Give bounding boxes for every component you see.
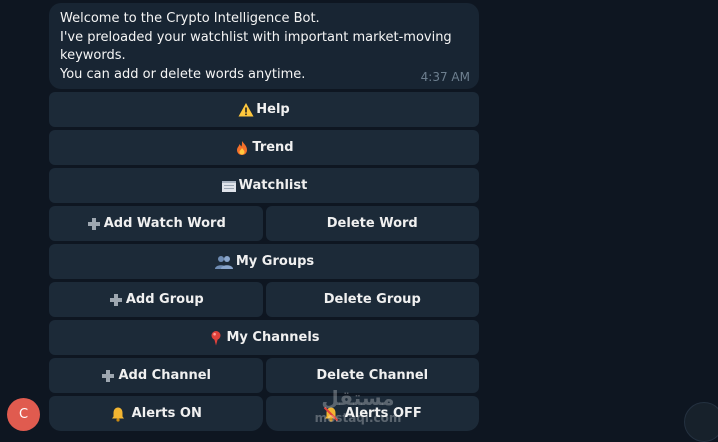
message-line: keywords. xyxy=(60,48,126,63)
delete-group-button[interactable]: Delete Group xyxy=(265,282,479,317)
pin-icon xyxy=(208,330,224,346)
plus-icon xyxy=(108,292,124,308)
alerts-off-label: Alerts OFF xyxy=(344,406,422,421)
trend-label: Trend xyxy=(252,140,294,155)
add-watch-word-button[interactable]: Add Watch Word xyxy=(49,206,263,241)
delete-channel-label: Delete Channel xyxy=(316,368,429,383)
notepad-icon xyxy=(221,178,237,194)
add-watch-word-label: Add Watch Word xyxy=(103,216,226,231)
trend-button[interactable]: Trend xyxy=(49,130,479,165)
watchlist-label: Watchlist xyxy=(238,178,308,193)
alerts-on-button[interactable]: Alerts ON xyxy=(49,396,263,431)
delete-word-label: Delete Word xyxy=(326,216,418,231)
bot-message-bubble: Welcome to the Crypto Intelligence Bot. … xyxy=(49,3,479,89)
add-channel-button[interactable]: Add Channel xyxy=(49,358,263,393)
warning-icon xyxy=(238,102,254,118)
help-button[interactable]: Help xyxy=(49,92,479,127)
add-channel-label: Add Channel xyxy=(118,368,212,383)
plus-icon xyxy=(86,216,102,232)
scroll-down-button[interactable] xyxy=(684,402,718,442)
message-timestamp: 4:37 AM xyxy=(420,70,470,84)
message-line: You can add or delete words anytime. xyxy=(60,66,306,82)
add-group-label: Add Group xyxy=(125,292,204,307)
watchlist-button[interactable]: Watchlist xyxy=(49,168,479,203)
fire-icon xyxy=(234,140,250,156)
plus-icon xyxy=(100,368,116,384)
alerts-off-button[interactable]: Alerts OFF xyxy=(265,396,479,431)
people-icon xyxy=(214,254,234,270)
delete-group-label: Delete Group xyxy=(323,292,421,307)
delete-channel-button[interactable]: Delete Channel xyxy=(265,358,479,393)
add-group-button[interactable]: Add Group xyxy=(49,282,263,317)
bell-icon xyxy=(110,406,126,422)
my-groups-label: My Groups xyxy=(235,254,315,269)
my-channels-label: My Channels xyxy=(226,330,320,345)
avatar[interactable]: C xyxy=(7,398,40,431)
inline-keyboard: Help Trend Watchlist Add Watch Word Dele… xyxy=(49,92,479,434)
delete-word-button[interactable]: Delete Word xyxy=(265,206,479,241)
bell-muted-icon xyxy=(323,406,339,422)
message-line: I've preloaded your watchlist with impor… xyxy=(60,29,452,45)
message-line: Welcome to the Crypto Intelligence Bot. xyxy=(60,11,320,26)
my-channels-button[interactable]: My Channels xyxy=(49,320,479,355)
help-label: Help xyxy=(256,102,290,117)
my-groups-button[interactable]: My Groups xyxy=(49,244,479,279)
alerts-on-label: Alerts ON xyxy=(131,406,202,421)
